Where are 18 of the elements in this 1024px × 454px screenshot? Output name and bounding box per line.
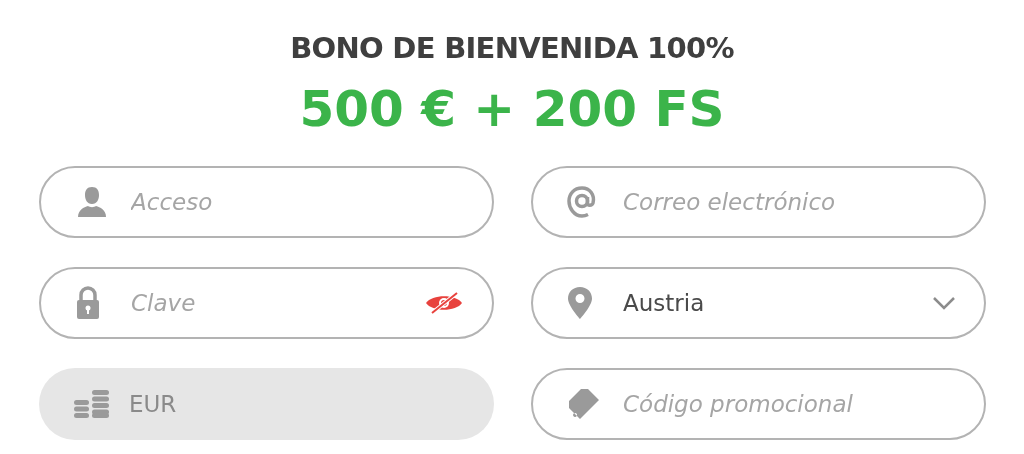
eye-slash-icon[interactable]: [424, 291, 464, 315]
user-icon: [75, 185, 109, 219]
input-field[interactable]: Clave: [39, 267, 494, 339]
padlock-icon: [75, 286, 101, 320]
country-dropdown[interactable]: Austria: [623, 285, 932, 321]
bonus-title: BONO DE BIENVENIDA 100%: [290, 30, 734, 66]
bonus-amount: 500 € + 200 FS: [299, 80, 725, 138]
input-field[interactable]: Correo electrónico: [531, 166, 986, 238]
price-tag-icon: [567, 387, 601, 421]
input-field[interactable]: Código promocional: [531, 368, 986, 440]
input-field[interactable]: Correo electrónico: [623, 184, 956, 220]
input-field[interactable]: Código promocional: [623, 386, 956, 422]
chevron-down-icon: [932, 296, 956, 310]
map-pin-icon: [567, 286, 593, 320]
coin-stack-icon: [73, 389, 111, 419]
country-dropdown[interactable]: Austria: [531, 267, 986, 339]
at-sign-icon: [567, 185, 597, 219]
input-field[interactable]: Clave: [131, 285, 424, 321]
